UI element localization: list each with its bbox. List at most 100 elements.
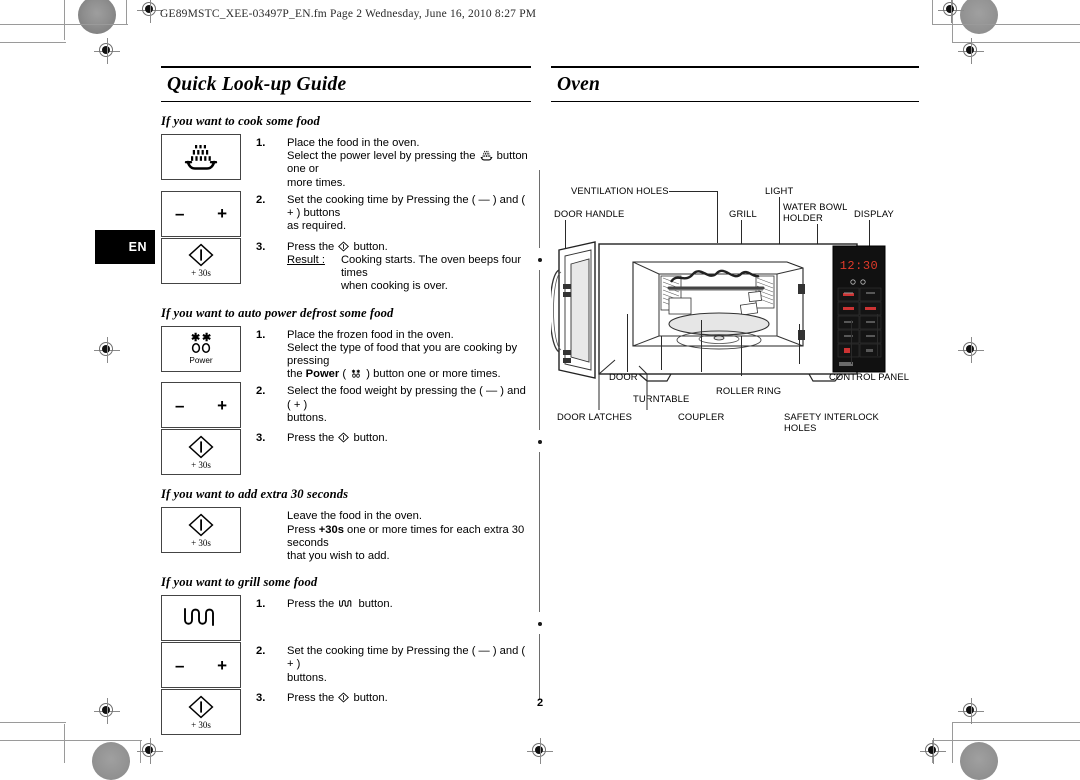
step-text: Place the food in the oven. Select the p…	[272, 134, 531, 190]
start-button-caption: + 30s	[191, 268, 211, 279]
step-row: – + 2. Set the cooking time by Pressing t…	[161, 642, 531, 689]
step-row: – + 2. Set the cooking time by Pressing t…	[161, 190, 531, 237]
minus-plus-button-icon[interactable]: – +	[161, 382, 241, 429]
minus-glyph: –	[175, 395, 185, 415]
crop-line	[0, 722, 66, 723]
label-light: LIGHT	[765, 185, 794, 196]
registration-mark-top-inner-right	[958, 38, 984, 64]
minus-plus-button-icon[interactable]: – +	[161, 642, 241, 689]
crop-line	[126, 0, 127, 24]
minus-plus-button-icon[interactable]: – +	[161, 190, 241, 237]
halftone-circle-bottom-right	[960, 742, 998, 780]
step-line: more times.	[287, 176, 346, 189]
halftone-circle-top-right	[960, 0, 998, 34]
halftone-circle-bottom-left	[92, 742, 130, 780]
registration-mark-mid-left	[94, 337, 120, 363]
section-heading-cook: If you want to cook some food	[161, 114, 320, 128]
svg-text:✱: ✱	[202, 332, 211, 344]
step-text: Press the button.	[272, 429, 388, 445]
language-tab-en: EN	[95, 230, 155, 264]
section-heading-defrost: If you want to auto power defrost some f…	[161, 305, 394, 320]
crop-line	[932, 0, 933, 24]
step-line: Set the cooking time by Pressing the ( —…	[287, 645, 526, 671]
leader-line	[627, 314, 628, 372]
start-button-caption: + 30s	[191, 537, 211, 548]
crop-line	[0, 740, 142, 741]
start-button-icon[interactable]: + 30s	[161, 237, 241, 284]
leader-line	[669, 191, 717, 192]
leader-line	[851, 320, 852, 364]
crop-line	[0, 42, 66, 43]
page-number: 2	[536, 697, 544, 709]
step-line: Press the button.	[287, 598, 393, 611]
steps-grill: 1. Press the button. – + 2. Set the cooki…	[161, 595, 531, 736]
microwave-inline-icon	[480, 151, 492, 161]
label-door-handle: DOOR HANDLE	[554, 208, 625, 219]
registration-mark-top-inner-left	[94, 38, 120, 64]
power-inline-icon: ✱ ✱	[352, 369, 361, 378]
start-button-icon[interactable]: + 30s	[161, 429, 241, 476]
result-label: Result :	[287, 254, 325, 267]
language-tab-label: EN	[128, 240, 147, 254]
label-turntable: TURNTABLE	[633, 393, 690, 404]
crop-line	[952, 722, 953, 763]
registration-mark-bottom-far-right	[920, 738, 946, 764]
plus-glyph: +	[217, 395, 227, 415]
step-line: that you wish to add.	[287, 550, 390, 563]
step-number: 2.	[256, 645, 266, 658]
section-heading-extra30: If you want to add extra 30 seconds	[161, 487, 349, 502]
step-line: the Power ( ✱ ✱ ) button one or more time…	[287, 368, 501, 381]
crop-line	[64, 0, 65, 40]
step-row: + 30s Leave the food in the oven. Press …	[161, 507, 531, 563]
crop-line	[932, 740, 1080, 741]
minus-glyph: –	[175, 204, 185, 224]
label-holder: HOLDER	[783, 212, 823, 223]
step-text: Leave the food in the oven. Press +30s o…	[241, 507, 531, 563]
start-button-icon[interactable]: + 30s	[161, 507, 241, 554]
leader-line	[799, 324, 800, 364]
step-text: Set the cooking time by Pressing the ( —…	[272, 191, 531, 234]
grill-button-icon[interactable]	[161, 595, 241, 642]
svg-text:✱: ✱	[357, 369, 361, 374]
section-heading-grill: If you want to grill some food	[161, 575, 318, 590]
leader-line	[701, 320, 702, 372]
crop-line	[0, 24, 128, 25]
result-line: Cooking starts. The oven beeps four time…	[340, 254, 522, 280]
leader-line	[741, 336, 742, 376]
registration-mark-bottom-far-left	[137, 738, 163, 764]
label-display: DISPLAY	[854, 208, 894, 219]
step-line: Place the frozen food in the oven.	[287, 328, 454, 341]
step-line: Select the power level by pressing the b…	[287, 150, 528, 176]
label-water-bowl: WATER BOWL	[783, 201, 848, 212]
result-text: Cooking starts. The oven beeps four time…	[341, 254, 531, 294]
step-row: – + 2. Select the food weight by pressing…	[161, 382, 531, 429]
file-slug-line: GE89MSTC_XEE-03497P_EN.fm Page 2 Wednesd…	[160, 8, 537, 20]
step-number: 3.	[256, 432, 266, 445]
oven-title: Oven	[551, 66, 919, 102]
step-number: 2.	[256, 385, 266, 398]
label-door: DOOR	[609, 371, 638, 382]
step-row: 1. Place the food in the oven. Select th…	[161, 134, 531, 190]
label-control-panel: CONTROL PANEL	[829, 371, 910, 382]
start-button-caption: + 30s	[191, 459, 211, 470]
microwave-button-icon[interactable]	[161, 134, 241, 180]
step-number: 3.	[256, 240, 266, 253]
quick-lookup-guide-column: Quick Look-up Guide If you want to cook …	[161, 66, 531, 736]
svg-text:✱: ✱	[352, 369, 356, 374]
label-grill: GRILL	[729, 208, 757, 219]
step-line: buttons.	[287, 671, 327, 684]
power-defrost-button-icon[interactable]: ✱ ✱ Power	[161, 325, 241, 372]
svg-text:12:30: 12:30	[840, 259, 879, 273]
step-text: Select the food weight by pressing the (…	[272, 382, 531, 425]
step-row: + 30s 3. Press the button. Result : Cook…	[161, 237, 531, 294]
step-line: Select the type of food that you are coo…	[287, 341, 518, 368]
grill-inline-icon	[339, 600, 352, 608]
plus-glyph: +	[217, 655, 227, 675]
steps-defrost: ✱ ✱ Power 1. Place the frozen food in th…	[161, 325, 531, 476]
oven-column: Oven VENTILATION HOLES DOOR HANDLE LIGHT…	[551, 66, 919, 434]
step-line: Place the food in the oven.	[287, 137, 420, 149]
step-row: + 30s 3. Press the button.	[161, 429, 531, 476]
crop-line	[932, 24, 1080, 25]
start-inline-icon	[338, 241, 350, 252]
registration-mark-bottom-center	[527, 738, 553, 764]
